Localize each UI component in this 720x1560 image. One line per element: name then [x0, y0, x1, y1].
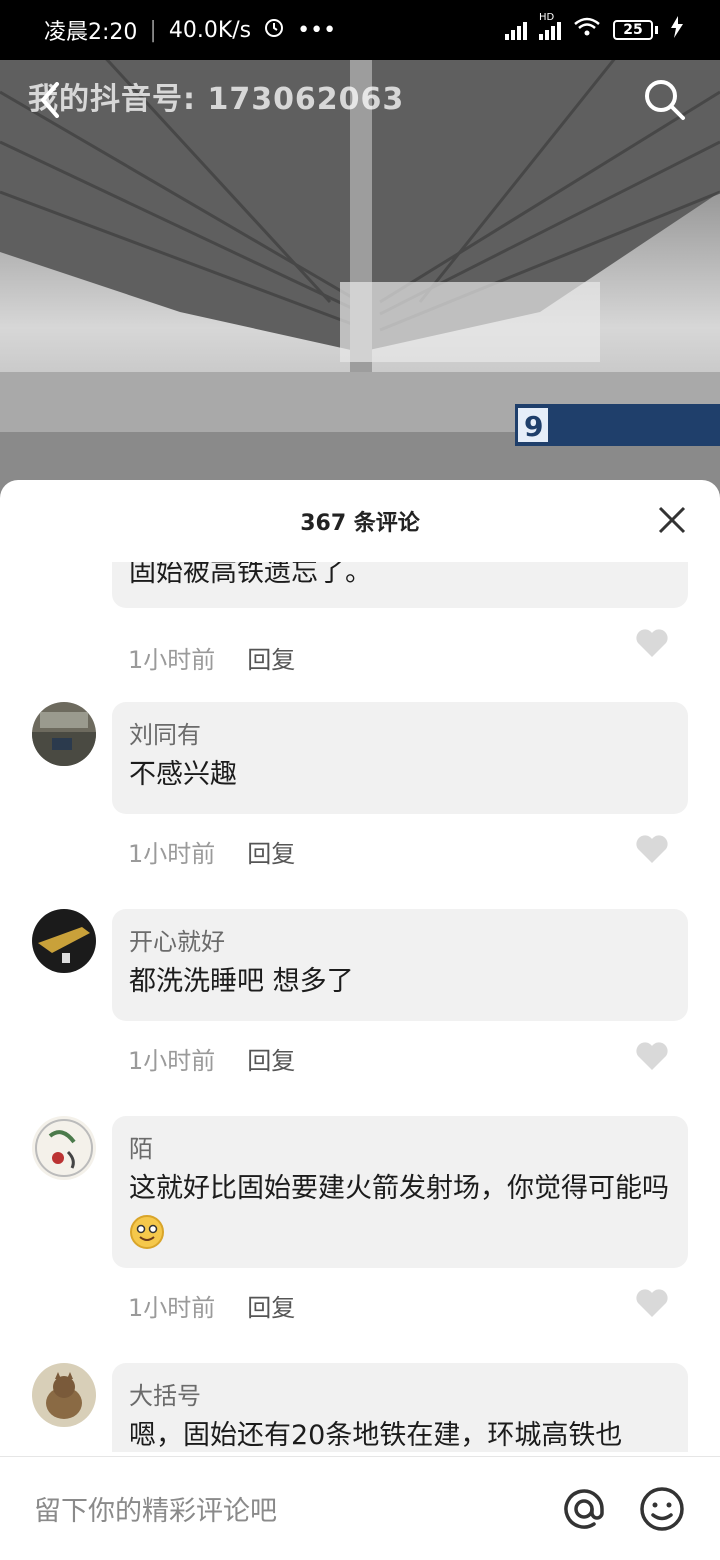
comment-bubble[interactable]: 开心就好 都洗洗睡吧 想多了	[112, 909, 688, 1021]
comment-bubble[interactable]: 陌 这就好比固始要建火箭发射场，你觉得可能吗	[112, 1116, 688, 1268]
close-icon	[658, 506, 686, 534]
heart-icon[interactable]	[635, 1288, 669, 1318]
comment-bubble[interactable]: 固始被高铁遗忘了。	[112, 562, 688, 608]
avatar[interactable]	[32, 702, 96, 766]
comment-bubble[interactable]: 刘同有 不感兴趣	[112, 702, 688, 814]
alarm-icon	[263, 16, 285, 44]
network-speed: 40.0K/s	[168, 17, 252, 43]
comment-meta: 1小时前 回复	[128, 1288, 295, 1323]
video-header: 我的抖音号: 173062063	[0, 60, 720, 140]
svg-text:9: 9	[524, 410, 543, 443]
douyin-id-watermark: 我的抖音号: 173062063	[28, 82, 405, 117]
comment-time: 1小时前	[128, 840, 216, 868]
comments-header: 367 条评论	[0, 480, 720, 562]
comment-time: 1小时前	[128, 646, 216, 674]
comment-input[interactable]: 留下你的精彩评论吧	[34, 1489, 560, 1528]
reply-button[interactable]: 回复	[247, 1041, 295, 1076]
status-time: 凌晨2:20	[44, 20, 138, 45]
battery-level: 25	[613, 20, 653, 40]
comment-meta: 1小时前 回复	[128, 640, 295, 675]
status-separator: |	[149, 17, 157, 43]
emoji-button[interactable]	[638, 1485, 686, 1533]
heart-icon[interactable]	[635, 1041, 669, 1071]
comment-text: 不感兴趣	[129, 759, 237, 790]
search-button[interactable]	[640, 75, 690, 125]
comment-time: 1小时前	[128, 1294, 216, 1322]
comment-count-title: 367 条评论	[300, 511, 420, 536]
comment-username[interactable]: 刘同有	[129, 720, 671, 750]
comment-text: 固始被高铁遗忘了。	[129, 562, 372, 588]
comment-input-bar: 留下你的精彩评论吧	[0, 1456, 720, 1560]
comment-bubble[interactable]: 大括号 嗯，固始还有20条地铁在建，环城高铁也	[112, 1363, 688, 1452]
close-button[interactable]	[654, 502, 690, 538]
emoji-smile-icon	[130, 1214, 164, 1249]
status-left: 凌晨2:20 | 40.0K/s •••	[44, 14, 336, 46]
status-bar: 凌晨2:20 | 40.0K/s ••• HD 25	[0, 0, 720, 60]
comment-text: 这就好比固始要建火箭发射场，你觉得可能吗	[129, 1168, 671, 1252]
reply-button[interactable]: 回复	[247, 640, 295, 675]
hd-label: HD	[539, 12, 555, 23]
comment-username[interactable]: 陌	[129, 1134, 671, 1164]
comment-list[interactable]: 固始被高铁遗忘了。 1小时前 回复 刘同有 不感兴趣 1小时前 回复 开心就好 …	[0, 562, 720, 1452]
avatar[interactable]	[32, 1116, 96, 1180]
comment-text-content: 这就好比固始要建火箭发射场，你觉得可能吗	[129, 1173, 669, 1204]
search-icon	[645, 80, 685, 120]
comment-meta: 1小时前 回复	[128, 1041, 295, 1076]
battery-icon: 25	[613, 20, 658, 40]
heart-icon[interactable]	[635, 628, 669, 658]
status-right: HD 25	[505, 12, 684, 44]
reply-button[interactable]: 回复	[247, 834, 295, 869]
avatar[interactable]	[32, 909, 96, 973]
comment-username[interactable]: 开心就好	[129, 927, 671, 957]
smiley-icon	[640, 1486, 684, 1531]
comments-sheet: 367 条评论 固始被高铁遗忘了。 1小时前 回复 刘同有 不感兴趣 1小时前 …	[0, 480, 720, 1560]
mention-button[interactable]	[560, 1485, 608, 1533]
comment-username[interactable]: 大括号	[129, 1381, 671, 1411]
comment-text: 嗯，固始还有20条地铁在建，环城高铁也	[129, 1420, 623, 1451]
at-sign-icon	[564, 1488, 604, 1529]
avatar[interactable]	[32, 1363, 96, 1427]
reply-button[interactable]: 回复	[247, 1288, 295, 1323]
charging-icon	[670, 16, 684, 44]
comment-meta: 1小时前 回复	[128, 834, 295, 869]
wifi-icon	[573, 16, 601, 44]
more-notifications-icon: •••	[297, 17, 337, 43]
comment-time: 1小时前	[128, 1047, 216, 1075]
signal-hd-icon: HD	[539, 12, 561, 40]
comment-text: 都洗洗睡吧 想多了	[129, 966, 354, 997]
signal-icon	[505, 20, 527, 40]
heart-icon[interactable]	[635, 834, 669, 864]
